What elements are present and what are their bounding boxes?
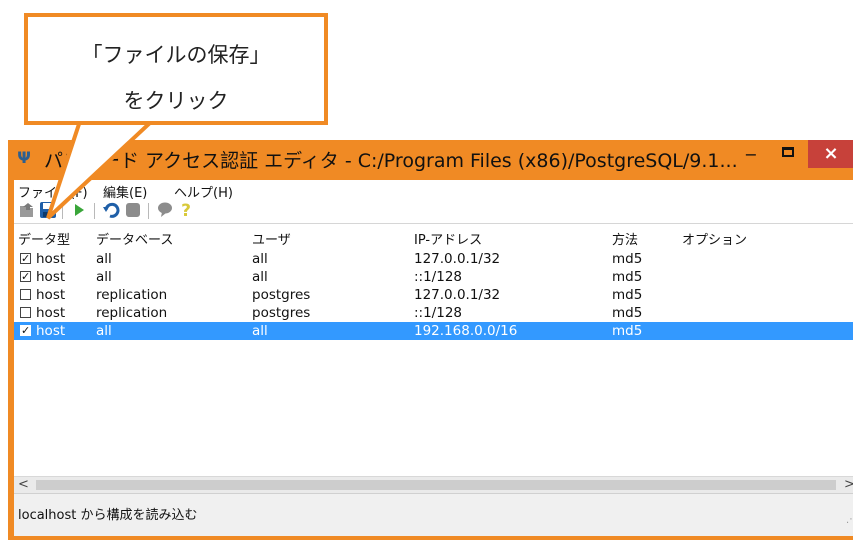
- menu-file[interactable]: ファイル(F): [18, 182, 88, 201]
- resize-grip-icon[interactable]: ⋰: [846, 514, 853, 525]
- save-file-icon[interactable]: [39, 201, 57, 219]
- cell-type: host: [36, 251, 66, 267]
- row-checkbox[interactable]: [20, 289, 31, 300]
- cell-user: postgres: [252, 287, 311, 303]
- column-header-type[interactable]: データ型: [18, 229, 70, 248]
- title-bar[interactable]: Ψ パスワード アクセス認証 エディタ - C:/Program Files (…: [8, 140, 853, 180]
- cell-database: all: [96, 269, 112, 285]
- scrollbar-thumb[interactable]: [36, 480, 836, 490]
- svg-text:?: ?: [181, 201, 191, 219]
- hba-table: データ型 データベース ユーザ IP-アドレス 方法 オプション ✓ host …: [14, 223, 853, 476]
- table-header: データ型 データベース ユーザ IP-アドレス 方法 オプション: [14, 224, 853, 248]
- menu-bar: ファイル(F) 編集(E) ヘルプ(H): [14, 180, 853, 201]
- cell-method: md5: [612, 323, 643, 339]
- cell-ip: ::1/128: [414, 269, 463, 285]
- run-icon[interactable]: [70, 201, 88, 219]
- column-header-user[interactable]: ユーザ: [252, 229, 291, 248]
- cell-method: md5: [612, 305, 643, 321]
- column-header-database[interactable]: データベース: [96, 229, 173, 248]
- window-title: パスワード アクセス認証 エディタ - C:/Program Files (x8…: [44, 150, 738, 172]
- open-file-icon[interactable]: [18, 201, 36, 219]
- status-bar: localhost から構成を読み込む ⋰: [14, 493, 853, 536]
- help-icon[interactable]: ?: [177, 201, 195, 219]
- editor-window: Ψ パスワード アクセス認証 エディタ - C:/Program Files (…: [8, 140, 853, 540]
- cell-database: all: [96, 251, 112, 267]
- cell-user: all: [252, 251, 268, 267]
- cell-method: md5: [612, 287, 643, 303]
- table-row[interactable]: ✓ host all all 127.0.0.1/32 md5: [14, 250, 853, 268]
- toolbar-separator: [62, 203, 63, 219]
- cell-database: replication: [96, 305, 168, 321]
- table-row[interactable]: host replication postgres ::1/128 md5: [14, 304, 853, 322]
- table-row[interactable]: ✓ host all all ::1/128 md5: [14, 268, 853, 286]
- row-checkbox[interactable]: ✓: [20, 271, 31, 282]
- comment-icon[interactable]: [156, 201, 174, 219]
- cell-ip: 192.168.0.0/16: [414, 323, 518, 339]
- row-checkbox[interactable]: [20, 307, 31, 318]
- toolbar-separator: [94, 203, 95, 219]
- client-area: ファイル(F) 編集(E) ヘルプ(H) ? データ型 データベース ユーザ I…: [14, 180, 853, 536]
- table-row-selected[interactable]: ✓ host all all 192.168.0.0/16 md5: [14, 322, 853, 340]
- cell-user: postgres: [252, 305, 311, 321]
- cell-ip: 127.0.0.1/32: [414, 287, 501, 303]
- scroll-right-icon[interactable]: >: [844, 477, 853, 492]
- table-row[interactable]: host replication postgres 127.0.0.1/32 m…: [14, 286, 853, 304]
- cell-method: md5: [612, 269, 643, 285]
- cell-database: all: [96, 323, 112, 339]
- undo-icon[interactable]: [102, 201, 120, 219]
- cell-type: host: [36, 323, 66, 339]
- maximize-button[interactable]: [776, 144, 802, 166]
- cell-user: all: [252, 323, 268, 339]
- postgres-elephant-icon: Ψ: [17, 148, 31, 167]
- callout-line2: をクリック: [123, 89, 229, 113]
- menu-edit[interactable]: 編集(E): [103, 182, 147, 201]
- cell-method: md5: [612, 251, 643, 267]
- instruction-callout: 「ファイルの保存」 をクリック: [24, 13, 328, 125]
- cell-user: all: [252, 269, 268, 285]
- cell-ip: ::1/128: [414, 305, 463, 321]
- cell-database: replication: [96, 287, 168, 303]
- scroll-left-icon[interactable]: <: [18, 477, 29, 492]
- toolbar: ?: [14, 200, 853, 222]
- column-header-method[interactable]: 方法: [612, 229, 638, 248]
- column-header-ip[interactable]: IP-アドレス: [414, 229, 482, 248]
- cell-ip: 127.0.0.1/32: [414, 251, 501, 267]
- minimize-button[interactable]: −: [736, 146, 766, 166]
- menu-help[interactable]: ヘルプ(H): [174, 182, 233, 201]
- cell-type: host: [36, 305, 66, 321]
- cell-type: host: [36, 269, 66, 285]
- row-checkbox[interactable]: ✓: [20, 253, 31, 264]
- row-checkbox[interactable]: ✓: [20, 325, 31, 336]
- column-header-option[interactable]: オプション: [682, 229, 747, 248]
- toolbar-separator: [148, 203, 149, 219]
- stop-icon[interactable]: [124, 201, 142, 219]
- close-button[interactable]: ×: [808, 140, 853, 168]
- status-text: localhost から構成を読み込む: [18, 508, 198, 523]
- horizontal-scrollbar[interactable]: < >: [14, 476, 853, 494]
- callout-line1: 「ファイルの保存」: [81, 43, 271, 67]
- cell-type: host: [36, 287, 66, 303]
